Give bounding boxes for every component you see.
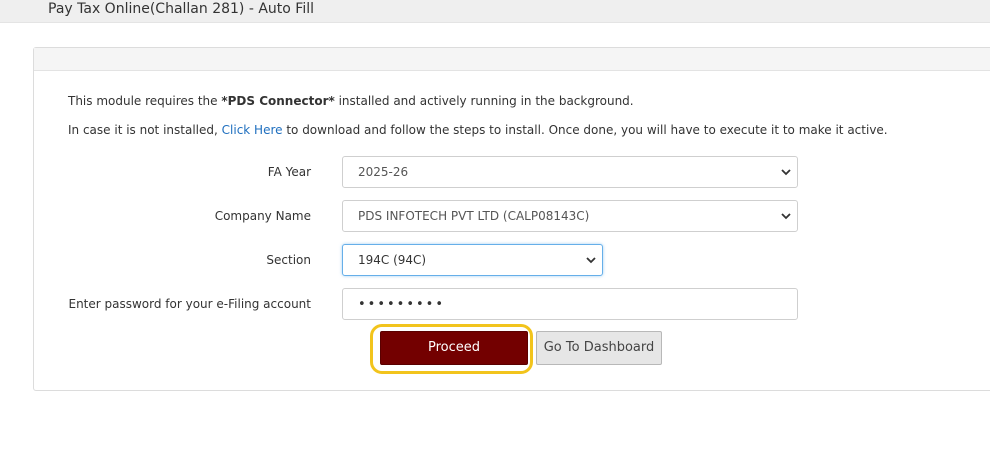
install-instructions-text: In case it is not installed, Click Here … bbox=[68, 123, 888, 137]
company-name-select[interactable]: PDS INFOTECH PVT LTD (CALP08143C) bbox=[342, 200, 798, 232]
chevron-down-icon bbox=[781, 211, 791, 221]
company-name-value: PDS INFOTECH PVT LTD (CALP08143C) bbox=[358, 209, 590, 223]
info-line2-prefix: In case it is not installed, bbox=[68, 123, 222, 137]
proceed-button[interactable]: Proceed bbox=[380, 331, 528, 365]
click-here-link[interactable]: Click Here bbox=[222, 123, 283, 137]
auto-fill-panel: This module requires the *PDS Connector*… bbox=[33, 47, 990, 391]
fa-year-select[interactable]: 2025-26 bbox=[342, 156, 798, 188]
section-value: 194C (94C) bbox=[358, 253, 427, 267]
section-select[interactable]: 194C (94C) bbox=[342, 244, 603, 276]
title-bar: Pay Tax Online(Challan 281) - Auto Fill bbox=[0, 0, 990, 23]
section-label: Section bbox=[266, 253, 311, 267]
connector-requirement-text: This module requires the *PDS Connector*… bbox=[68, 94, 634, 108]
fa-year-label: FA Year bbox=[267, 165, 311, 179]
panel-header bbox=[34, 48, 990, 71]
info-line1-prefix: This module requires the bbox=[68, 94, 222, 108]
fa-year-value: 2025-26 bbox=[358, 165, 409, 179]
info-line1-suffix: installed and actively running in the ba… bbox=[334, 94, 634, 108]
info-line2-suffix: to download and follow the steps to inst… bbox=[282, 123, 888, 137]
company-name-label: Company Name bbox=[214, 209, 311, 223]
pds-connector-label: *PDS Connector* bbox=[221, 94, 335, 108]
go-to-dashboard-button[interactable]: Go To Dashboard bbox=[536, 331, 662, 365]
chevron-down-icon bbox=[586, 255, 596, 265]
page-title: Pay Tax Online(Challan 281) - Auto Fill bbox=[48, 1, 314, 17]
password-label: Enter password for your e-Filing account bbox=[68, 297, 311, 311]
chevron-down-icon bbox=[781, 167, 791, 177]
password-value: ••••••••• bbox=[358, 297, 446, 312]
efiling-password-input[interactable]: ••••••••• bbox=[342, 288, 798, 320]
